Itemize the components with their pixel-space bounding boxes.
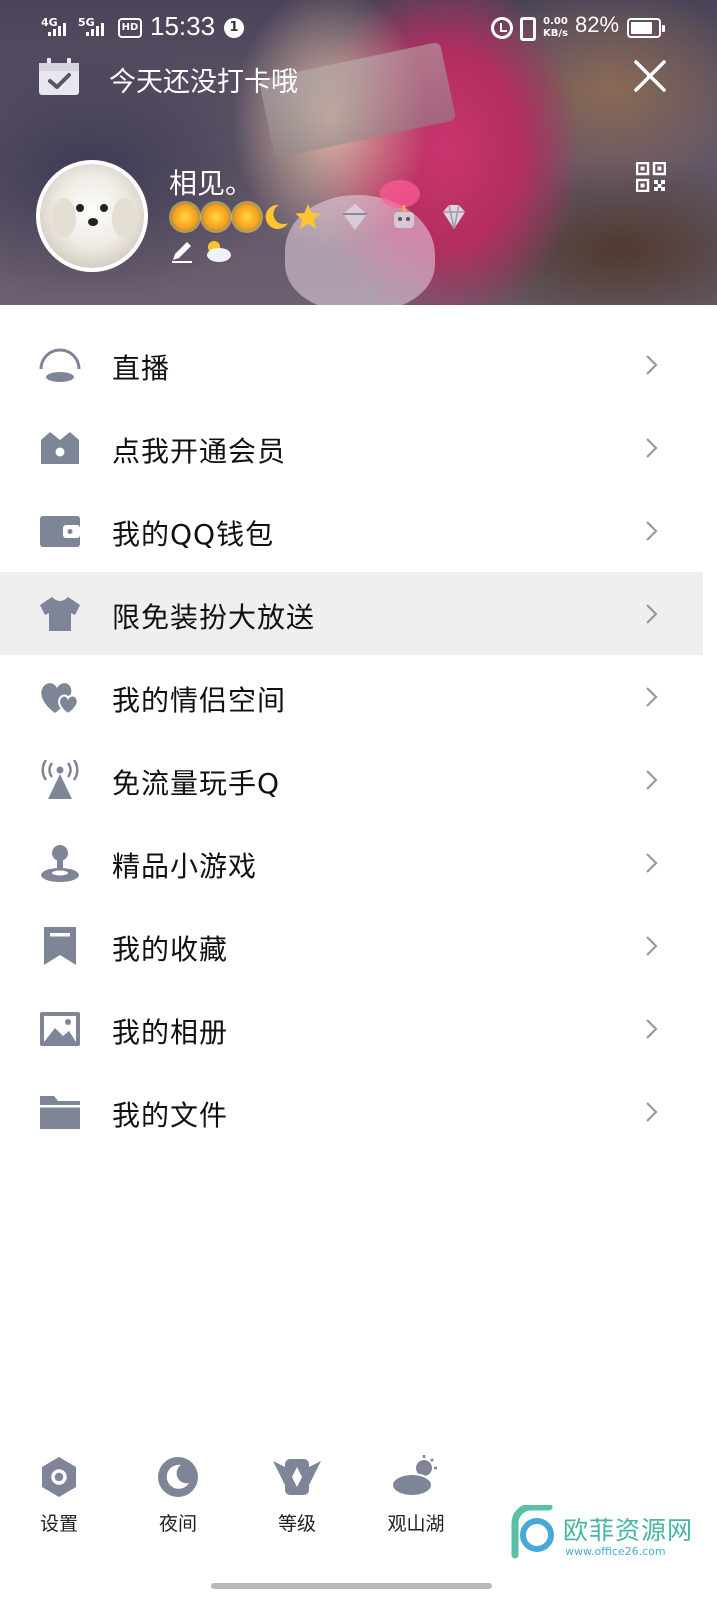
vip-crown-icon: [41, 432, 79, 464]
menu-item-label: 我的收藏: [112, 933, 229, 966]
couple-hearts-icon: [41, 683, 79, 716]
menu-item-label: 我的相册: [112, 1016, 229, 1049]
star-icon: [295, 204, 321, 229]
menu-item-label: 我的QQ钱包: [112, 518, 275, 551]
signal-tower-icon: [41, 760, 79, 799]
home-indicator[interactable]: [211, 1583, 492, 1589]
notification-count-badge: 1: [224, 18, 244, 38]
game-icon: [41, 845, 79, 882]
menu-item-label: 我的情侣空间: [112, 684, 287, 717]
chevron-right-icon: [646, 521, 658, 541]
chevron-right-icon: [646, 1019, 658, 1039]
qq-level-badges[interactable]: [172, 202, 469, 232]
nickname[interactable]: 相见。: [169, 162, 253, 202]
menu-item-label: 精品小游戏: [112, 850, 258, 883]
close-icon[interactable]: [632, 58, 668, 94]
menu-item-label: 我的文件: [112, 1099, 229, 1132]
menu-item-free-data[interactable]: 免流量玩手Q: [0, 738, 703, 821]
menu-item-label: 限免装扮大放送: [112, 601, 316, 634]
hd-voice-icon: HD: [118, 18, 142, 38]
vip-badge-icon: [343, 204, 367, 230]
menu-item-favorites[interactable]: 我的收藏: [0, 904, 703, 987]
menu-item-wallet[interactable]: 我的QQ钱包: [0, 489, 703, 572]
battery-fill: [631, 22, 652, 34]
status-bar: 4G 5G HD 15:33 1 0.00 KB/s 82%: [0, 8, 717, 48]
qr-code-icon[interactable]: [636, 162, 666, 192]
watermark-logo-icon: [511, 1505, 554, 1559]
settings-label: 设置: [39, 1513, 78, 1535]
robot-badge-icon: [394, 205, 414, 228]
signal-strength-icon: [86, 23, 104, 36]
watermark: 欧菲资源网 www.office26.com: [505, 1505, 710, 1565]
weather-cloud-sun-icon: [391, 1455, 437, 1497]
watermark-url: www.office26.com: [565, 1545, 666, 1558]
chevron-right-icon: [646, 770, 658, 790]
drawer-menu: 直播 点我开通会员 我的QQ钱包 限免装扮大放送 我的情侣空间 免流量玩手Q 精…: [0, 323, 703, 1153]
shirt-icon: [40, 597, 80, 631]
signature-row[interactable]: [170, 238, 232, 264]
avatar[interactable]: [36, 160, 148, 272]
signal-strength-icon: [48, 23, 66, 36]
menu-item-mini-games[interactable]: 精品小游戏: [0, 821, 703, 904]
alarm-icon: [491, 17, 513, 39]
menu-item-free-decor[interactable]: 限免装扮大放送: [0, 572, 703, 655]
battery-percent: 82%: [575, 12, 620, 37]
network-speed-unit: KB/s: [543, 28, 568, 39]
menu-item-album[interactable]: 我的相册: [0, 987, 703, 1070]
weather-button[interactable]: 观山湖: [376, 1455, 456, 1536]
level-label: 等级: [277, 1513, 316, 1535]
checkin-prompt[interactable]: 今天还没打卡哦: [109, 60, 298, 99]
sun-icon: [203, 204, 229, 230]
vibrate-icon: [520, 17, 536, 41]
live-icon: [39, 348, 81, 382]
photo-album-icon: [40, 1012, 80, 1046]
network-speed: 0.00 KB/s: [543, 16, 568, 40]
chevron-right-icon: [646, 853, 658, 873]
menu-item-couple-space[interactable]: 我的情侣空间: [0, 655, 703, 738]
level-button[interactable]: 等级: [257, 1455, 337, 1536]
calendar-check-icon[interactable]: [38, 58, 80, 96]
menu-item-live[interactable]: 直播: [0, 323, 703, 406]
menu-item-files[interactable]: 我的文件: [0, 1070, 703, 1153]
menu-item-label: 直播: [112, 352, 171, 385]
bookmark-icon: [44, 927, 76, 965]
night-mode-button[interactable]: 夜间: [138, 1455, 218, 1536]
moon-icon: [265, 204, 288, 229]
network-speed-value: 0.00: [543, 16, 568, 27]
profile-header: 4G 5G HD 15:33 1 0.00 KB/s 82% 今天还没打卡哦 相…: [0, 0, 717, 305]
wallet-icon: [40, 516, 80, 547]
weather-location-label: 观山湖: [387, 1513, 445, 1535]
chevron-right-icon: [646, 438, 658, 458]
level-wings-icon: [273, 1459, 321, 1495]
menu-item-label: 免流量玩手Q: [112, 767, 281, 800]
settings-icon: [42, 1457, 76, 1497]
menu-item-vip[interactable]: 点我开通会员: [0, 406, 703, 489]
settings-button[interactable]: 设置: [19, 1455, 99, 1536]
chevron-right-icon: [646, 355, 658, 375]
sun-icon: [172, 204, 198, 230]
night-mode-icon: [158, 1457, 198, 1497]
chevron-right-icon: [646, 687, 658, 707]
chevron-right-icon: [646, 936, 658, 956]
status-time: 15:33: [150, 11, 216, 41]
weather-cloud-sun-icon[interactable]: [202, 239, 232, 263]
edit-pencil-icon[interactable]: [170, 239, 194, 263]
menu-item-label: 点我开通会员: [112, 435, 287, 468]
chevron-right-icon: [646, 1102, 658, 1122]
watermark-name: 欧菲资源网: [563, 1516, 694, 1545]
chevron-right-icon: [646, 604, 658, 624]
battery-icon: [627, 18, 665, 38]
folder-icon: [40, 1096, 80, 1129]
night-mode-label: 夜间: [158, 1513, 197, 1535]
diamond-badge-icon: [443, 204, 465, 230]
sun-icon: [234, 204, 260, 230]
